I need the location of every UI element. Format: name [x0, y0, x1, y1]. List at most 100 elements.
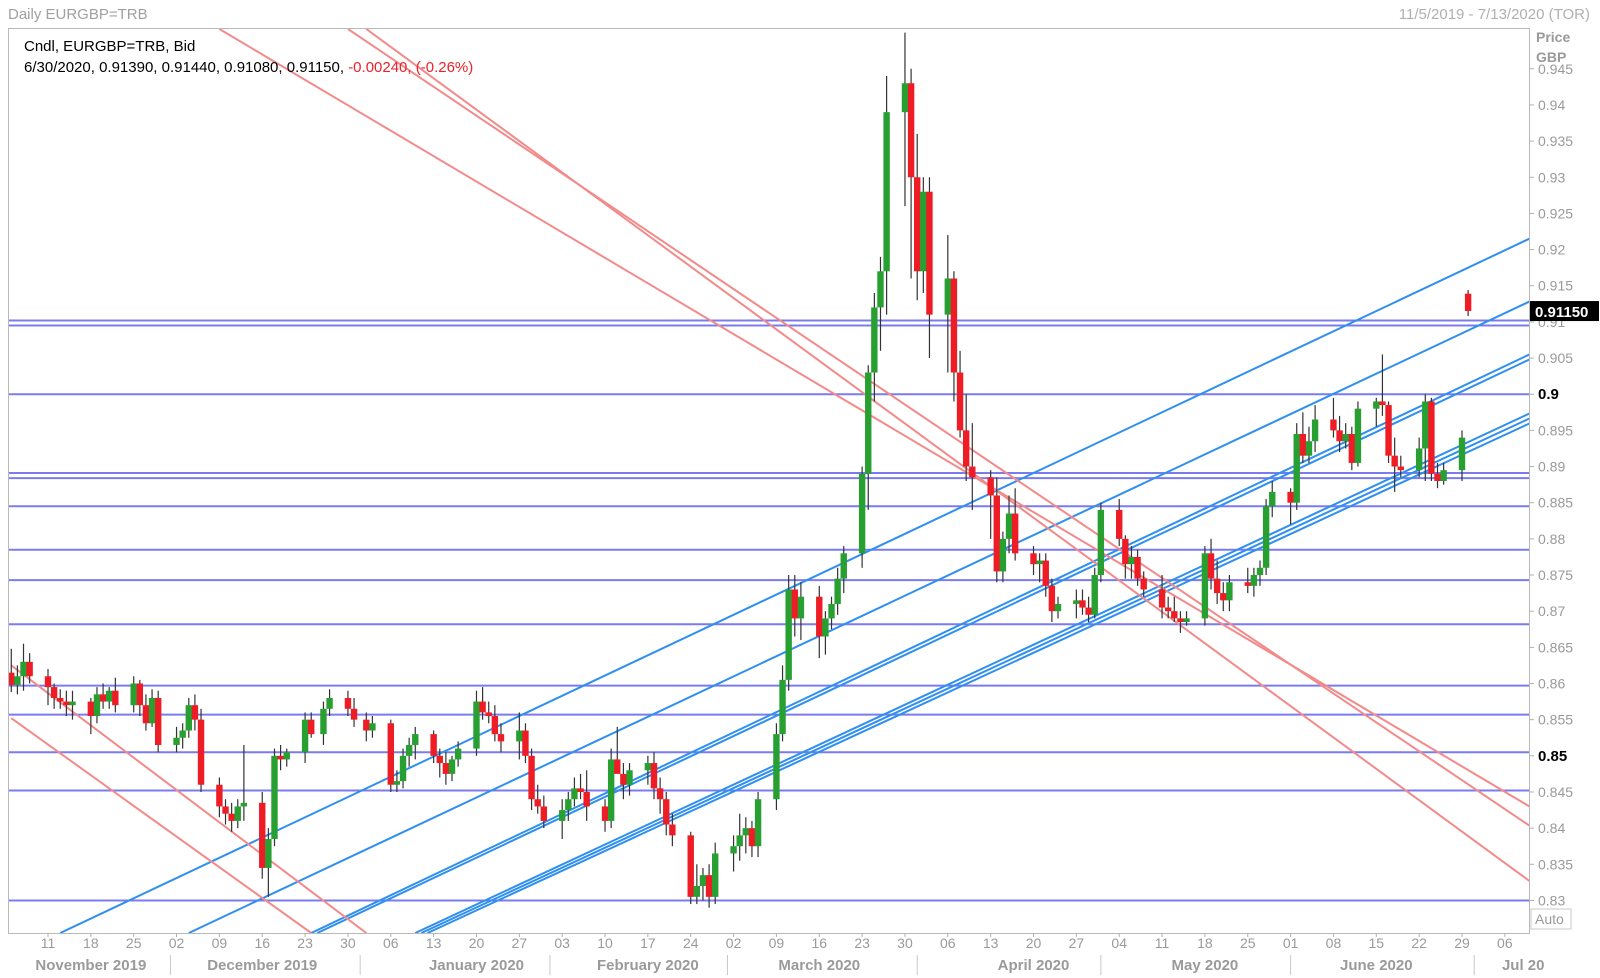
candle-body-up — [148, 697, 156, 724]
x-month-label: February 2020 — [597, 957, 699, 974]
candle-body-up — [840, 553, 847, 579]
candle-body-down — [479, 701, 486, 713]
candle — [1054, 596, 1062, 619]
candle-body-down — [136, 683, 144, 706]
candle-body-up — [779, 679, 786, 735]
y-tick-label: 0.925 — [1538, 205, 1573, 221]
candle — [656, 777, 664, 814]
candle-body-up — [399, 755, 407, 782]
candle-body-down — [650, 763, 658, 789]
candle-body-down — [216, 784, 223, 807]
y-tick-label: 0.87 — [1538, 603, 1565, 619]
candle — [301, 712, 309, 764]
candle — [1311, 405, 1319, 453]
candle-body-down — [277, 755, 284, 760]
x-month-label: November 2019 — [35, 957, 146, 974]
y-tick-label: 0.85 — [1538, 748, 1567, 765]
candle — [387, 719, 394, 792]
candle — [485, 701, 492, 724]
candle-body-down — [663, 799, 670, 825]
candle — [1201, 546, 1209, 626]
x-tick-label: 15 — [1369, 935, 1385, 951]
candle-body-down — [583, 791, 590, 807]
candle — [216, 777, 223, 818]
candle — [259, 791, 266, 879]
candle — [620, 763, 627, 800]
candle-body-up — [1305, 441, 1313, 456]
candle-body-up — [607, 759, 615, 821]
candle-body-up — [1091, 575, 1098, 615]
candle — [944, 235, 952, 373]
candle — [240, 744, 248, 821]
candle-body-down — [1348, 433, 1356, 463]
candle — [197, 708, 205, 792]
x-month-label: June 2020 — [1340, 957, 1413, 974]
candle-body-down — [485, 712, 492, 717]
candle-body-up — [822, 618, 829, 637]
candle — [1097, 502, 1105, 583]
candle-body-down — [993, 495, 1000, 572]
candle — [1091, 567, 1098, 619]
candle — [693, 864, 701, 905]
x-tick-label: 02 — [169, 935, 185, 951]
candle-body-up — [883, 112, 890, 272]
candle-body-down — [1287, 491, 1294, 503]
candle — [106, 687, 113, 709]
candle-body-down — [228, 813, 235, 821]
candle-body-up — [865, 372, 872, 474]
candle-body-down — [656, 788, 664, 800]
candle — [1373, 397, 1380, 427]
candle — [901, 32, 909, 207]
candle — [840, 546, 847, 594]
candle-body-up — [393, 781, 401, 785]
candle-body-up — [516, 730, 523, 742]
price-chart[interactable]: PriceGBP0.830.8350.840.8450.850.8550.860… — [0, 0, 1600, 978]
candle-body-down — [1177, 618, 1184, 623]
candle-body-up — [179, 730, 186, 738]
x-tick-label: 09 — [212, 935, 228, 951]
candle — [412, 726, 419, 760]
legend-change: -0.00240, (-0.26%) — [348, 59, 474, 76]
candle — [1262, 499, 1270, 576]
candle-body-up — [20, 661, 27, 677]
candle — [173, 726, 180, 753]
candle-body-down — [1164, 607, 1172, 612]
candle — [754, 791, 762, 858]
candle-body-down — [1379, 401, 1386, 406]
candle-body-up — [1005, 513, 1013, 539]
candle — [93, 687, 101, 724]
candle-body-down — [914, 177, 921, 272]
x-month-label: January 2020 — [429, 957, 524, 974]
x-tick-label: 02 — [726, 935, 742, 951]
x-tick-label: 16 — [811, 935, 827, 951]
candle — [50, 683, 58, 709]
candle — [1158, 575, 1166, 619]
candle — [926, 177, 933, 359]
x-tick-label: 01 — [1283, 935, 1299, 951]
candle — [87, 697, 95, 735]
x-tick-label: 25 — [126, 935, 142, 951]
candle — [712, 842, 719, 905]
x-month-label: Jul 20 — [1502, 957, 1545, 974]
x-tick-label: 06 — [383, 935, 399, 951]
candle — [1250, 567, 1258, 597]
channel-trend-line — [316, 358, 1529, 933]
candle — [142, 694, 150, 731]
candle — [363, 712, 370, 742]
candle-body-down — [987, 477, 994, 496]
candle — [44, 669, 52, 706]
candle — [1464, 290, 1472, 317]
x-tick-label: 06 — [940, 935, 956, 951]
candle-body-down — [522, 730, 529, 756]
candle — [1207, 538, 1215, 590]
candle — [57, 689, 64, 709]
candle — [558, 799, 566, 839]
candle — [271, 748, 278, 847]
x-tick-label: 20 — [469, 935, 485, 951]
candle-body-up — [1036, 560, 1043, 565]
candle-body-up — [93, 694, 101, 717]
candle — [883, 76, 890, 315]
candle-body-up — [473, 701, 480, 749]
candle-body-down — [197, 719, 205, 785]
candle — [571, 777, 578, 807]
